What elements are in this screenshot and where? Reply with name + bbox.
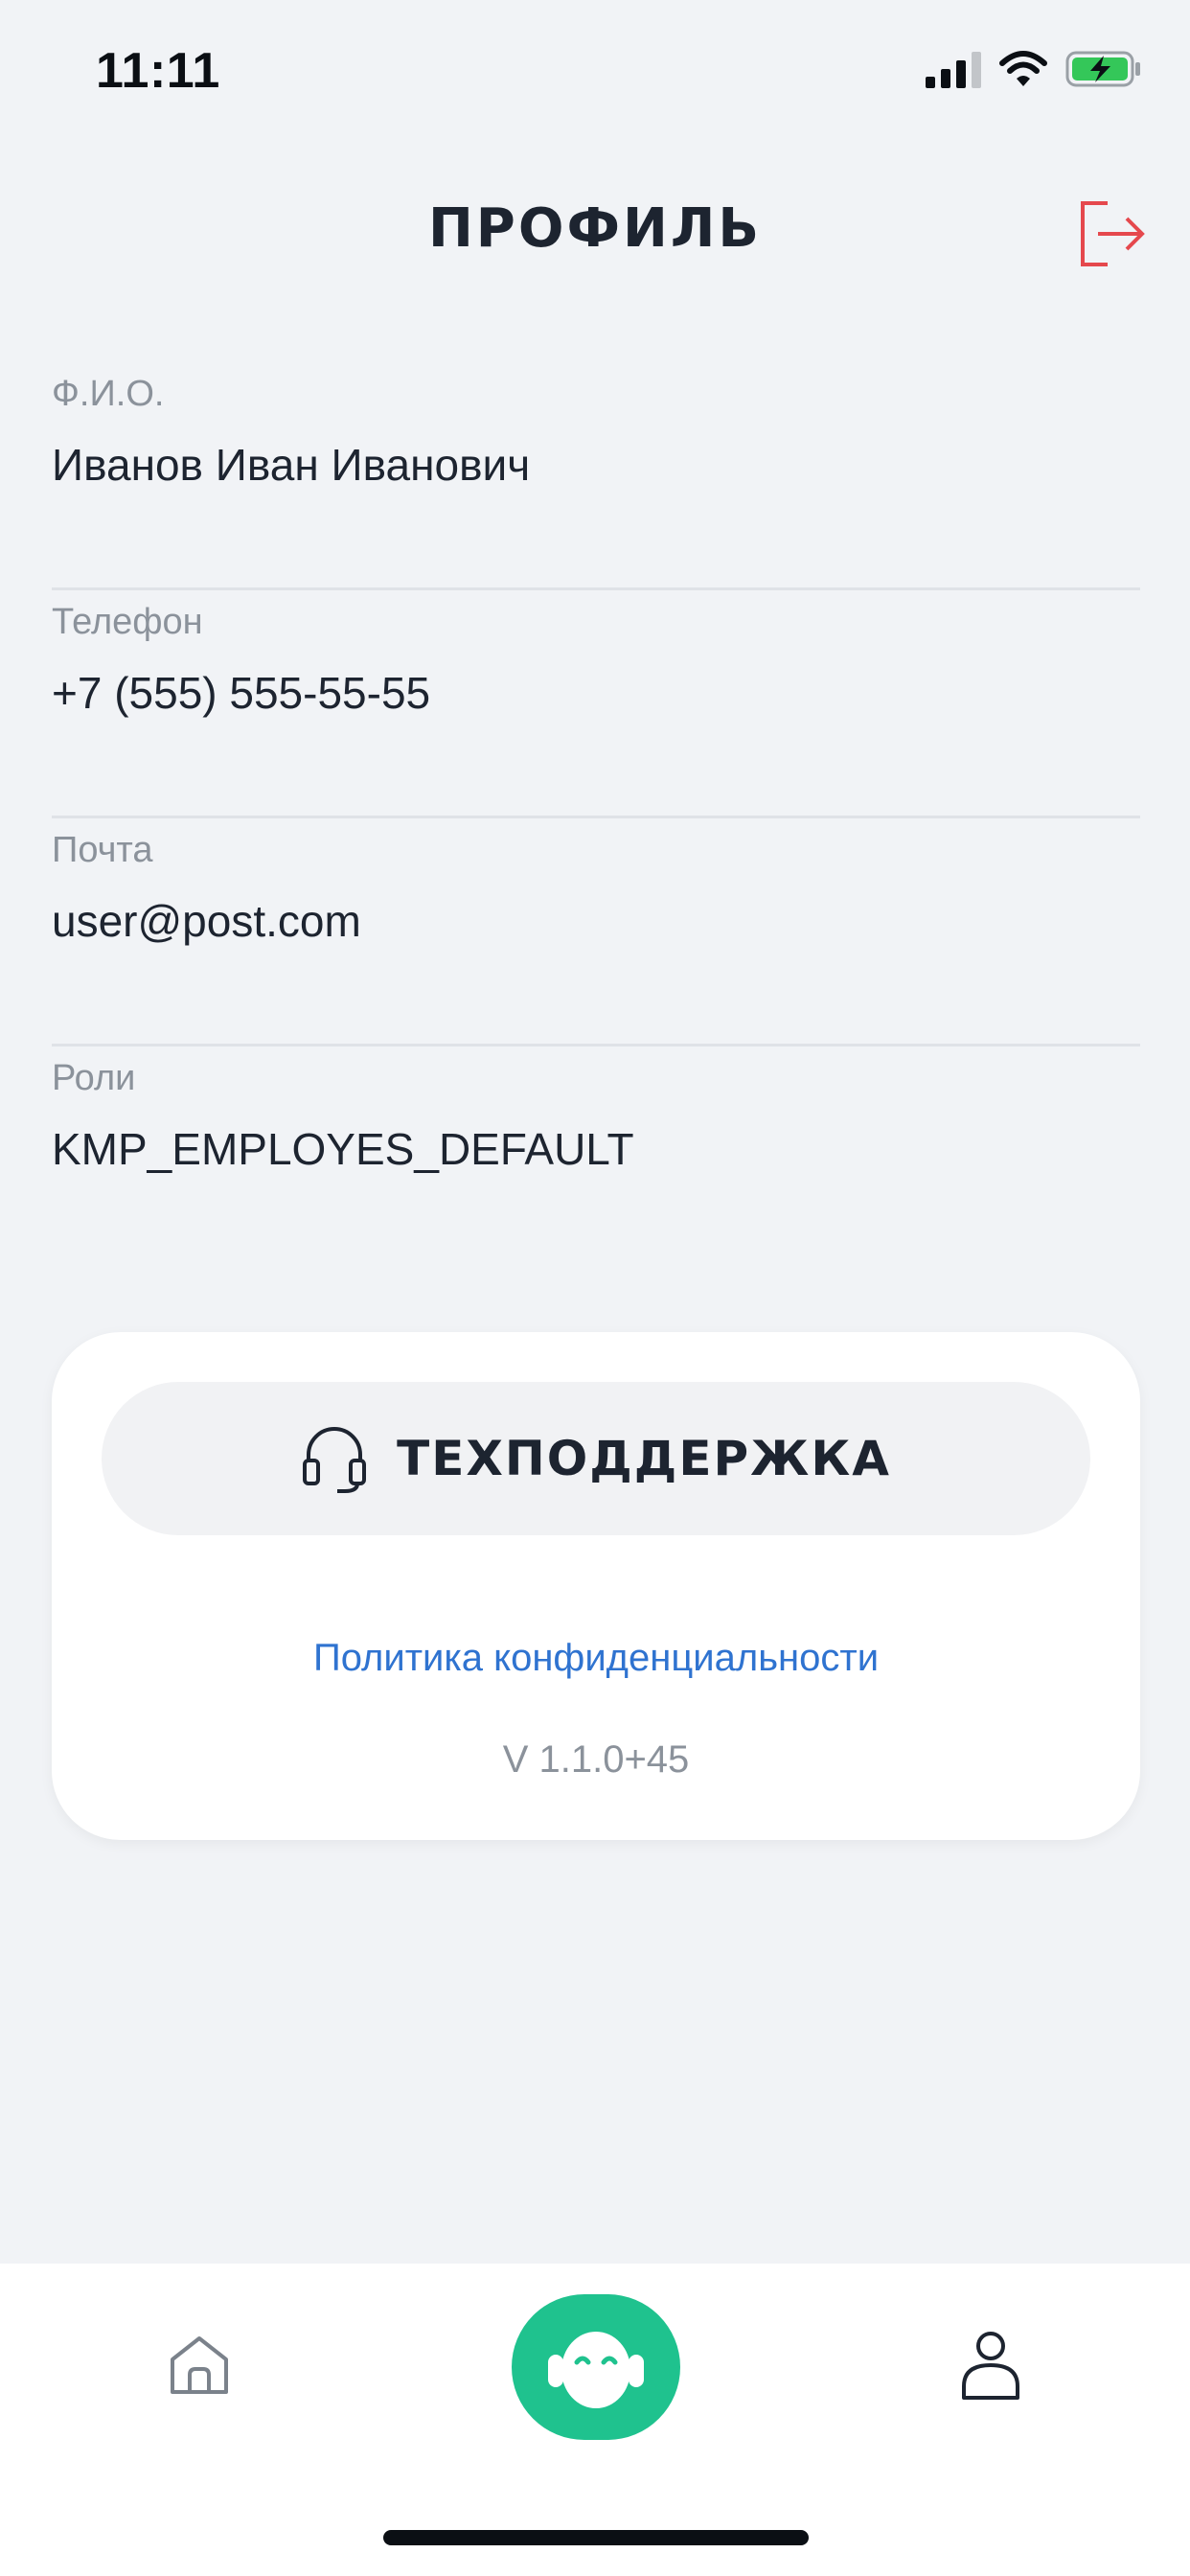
field-label: Ф.И.О. [52, 374, 165, 414]
tab-assistant[interactable] [512, 2294, 680, 2440]
status-icons [926, 50, 1142, 88]
logout-icon [1081, 201, 1145, 266]
field-value: +7 (555) 555-55-55 [52, 668, 431, 718]
profile-screen: 11:11 ПРОФИЛЬ Ф.И.О. Иванов Иван Иванови… [0, 0, 1190, 2576]
field-label: Телефон [52, 602, 203, 642]
field-email: Почта user@post.com [52, 818, 1140, 1046]
field-value: KMP_EMPLOYES_DEFAULT [52, 1124, 634, 1174]
field-label: Роли [52, 1058, 136, 1098]
header: ПРОФИЛЬ [0, 172, 1190, 278]
field-label: Почта [52, 830, 153, 870]
tab-home[interactable] [165, 2331, 234, 2400]
headset-icon [303, 1427, 367, 1493]
wifi-icon [999, 51, 1047, 86]
home-indicator [383, 2530, 809, 2545]
tab-profile[interactable] [956, 2329, 1025, 2402]
field-phone: Телефон +7 (555) 555-55-55 [52, 590, 1140, 818]
battery-charging-icon [1065, 51, 1140, 87]
page-title: ПРОФИЛЬ [427, 197, 763, 260]
support-button[interactable]: ТЕХПОДДЕРЖКА [102, 1382, 1090, 1535]
profile-fields: Ф.И.О. Иванов Иван Иванович Телефон +7 (… [52, 362, 1140, 1275]
home-icon [171, 2336, 228, 2394]
app-version: V 1.1.0+45 [502, 1738, 690, 1781]
field-full-name: Ф.И.О. Иванов Иван Иванович [52, 362, 1140, 590]
field-value: user@post.com [52, 896, 361, 946]
field-value: Иванов Иван Иванович [52, 440, 531, 490]
privacy-policy-link[interactable]: Политика конфиденциальности [52, 1637, 1140, 1680]
robot-assistant-icon [548, 2332, 644, 2408]
user-icon [962, 2332, 1019, 2400]
status-bar: 11:11 [0, 0, 1190, 144]
support-button-label: ТЕХПОДДЕРЖКА [397, 1431, 891, 1486]
cellular-signal-icon [926, 52, 981, 88]
support-card: ТЕХПОДДЕРЖКА Политика конфиденциальности… [52, 1332, 1140, 1840]
field-roles: Роли KMP_EMPLOYES_DEFAULT [52, 1046, 1140, 1275]
status-time: 11:11 [96, 43, 220, 99]
logout-button[interactable] [1075, 197, 1148, 270]
